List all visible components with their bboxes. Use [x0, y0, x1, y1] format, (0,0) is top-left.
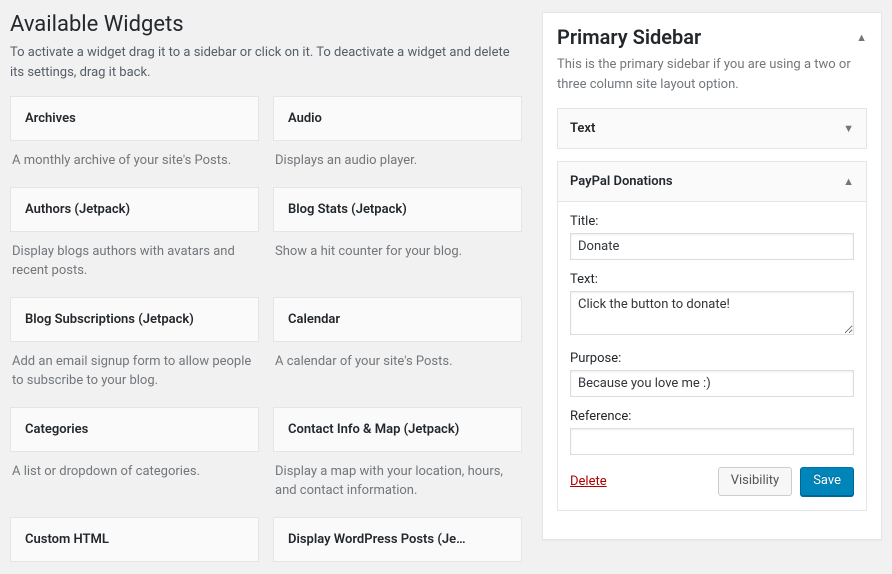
- available-widgets-title: Available Widgets: [10, 12, 522, 37]
- paypal-purpose-label: Purpose:: [570, 351, 854, 366]
- widget-blog-stats[interactable]: Blog Stats (Jetpack): [273, 187, 522, 232]
- widget-audio-desc: Displays an audio player.: [273, 141, 522, 175]
- paypal-text-label: Text:: [570, 272, 854, 287]
- widget-display-wp-posts[interactable]: Display WordPress Posts (Je…: [273, 517, 522, 562]
- widget-blog-subscriptions[interactable]: Blog Subscriptions (Jetpack): [10, 297, 259, 342]
- save-button[interactable]: Save: [800, 467, 854, 496]
- primary-sidebar-title: Primary Sidebar: [557, 25, 701, 49]
- sidebar-widget-text-title: Text: [570, 121, 595, 136]
- delete-link[interactable]: Delete: [570, 474, 607, 489]
- paypal-title-input[interactable]: [570, 233, 854, 260]
- widget-custom-html[interactable]: Custom HTML: [10, 517, 259, 562]
- widget-contact-info-desc: Display a map with your location, hours,…: [273, 452, 522, 505]
- widget-archives-desc: A monthly archive of your site's Posts.: [10, 141, 259, 175]
- sidebar-widget-paypal-title: PayPal Donations: [570, 174, 673, 189]
- widget-calendar-desc: A calendar of your site's Posts.: [273, 342, 522, 376]
- widget-contact-info[interactable]: Contact Info & Map (Jetpack): [273, 407, 522, 452]
- paypal-title-label: Title:: [570, 214, 854, 229]
- paypal-reference-input[interactable]: [570, 428, 854, 455]
- paypal-text-input[interactable]: Click the button to donate!: [570, 291, 854, 335]
- widget-blog-subscriptions-desc: Add an email signup form to allow people…: [10, 342, 259, 395]
- visibility-button[interactable]: Visibility: [718, 467, 793, 496]
- widget-categories[interactable]: Categories: [10, 407, 259, 452]
- primary-sidebar-desc: This is the primary sidebar if you are u…: [557, 55, 867, 94]
- widget-calendar[interactable]: Calendar: [273, 297, 522, 342]
- sidebar-widget-paypal[interactable]: PayPal Donations ▲: [558, 162, 866, 201]
- chevron-up-icon: ▲: [843, 175, 854, 188]
- collapse-icon[interactable]: ▲: [856, 31, 867, 44]
- available-widgets-desc: To activate a widget drag it to a sideba…: [10, 43, 522, 82]
- paypal-purpose-input[interactable]: [570, 370, 854, 397]
- widget-audio[interactable]: Audio: [273, 96, 522, 141]
- primary-sidebar-panel: Primary Sidebar ▲ This is the primary si…: [542, 12, 882, 540]
- chevron-down-icon: ▼: [843, 122, 854, 135]
- widget-authors-desc: Display blogs authors with avatars and r…: [10, 232, 259, 285]
- paypal-reference-label: Reference:: [570, 409, 854, 424]
- widget-blog-stats-desc: Show a hit counter for your blog.: [273, 232, 522, 266]
- sidebar-widget-text[interactable]: Text ▼: [558, 109, 866, 148]
- widget-categories-desc: A list or dropdown of categories.: [10, 452, 259, 486]
- widget-authors[interactable]: Authors (Jetpack): [10, 187, 259, 232]
- widget-archives[interactable]: Archives: [10, 96, 259, 141]
